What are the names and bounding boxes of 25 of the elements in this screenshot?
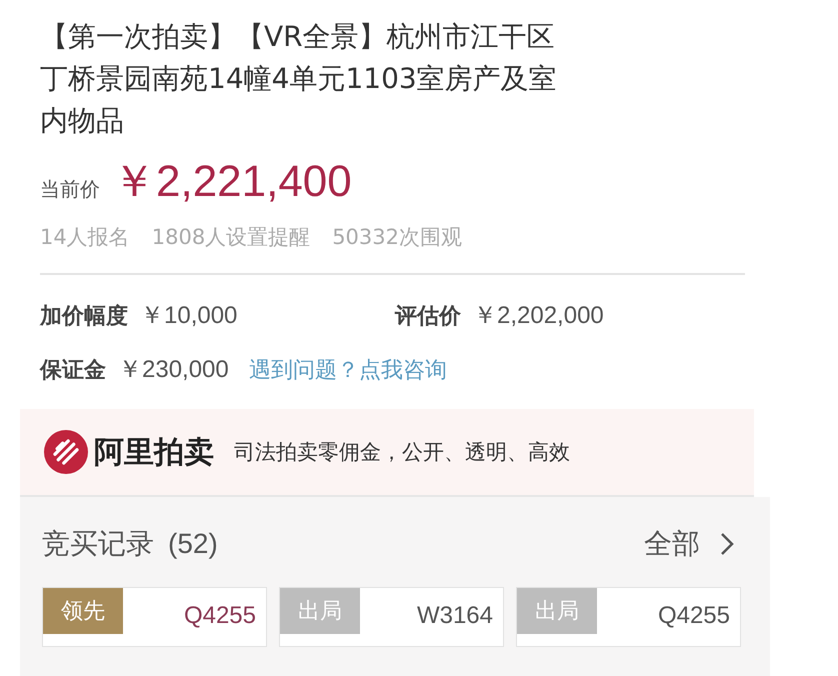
price-label: 当前价 (40, 176, 100, 203)
status-tag: 出局 (517, 588, 597, 634)
view-all-link[interactable]: 全部 (644, 525, 700, 563)
stat-text: 50332次围观 (332, 224, 462, 251)
info-value: ￥2,202,000 (473, 301, 604, 331)
info-value: ￥10,000 (140, 301, 238, 331)
info-label: 加价幅度 (40, 302, 128, 331)
info-label: 评估价 (395, 303, 461, 331)
slogan-text: 司法拍卖零佣金，公开、透明、高效 (234, 439, 570, 466)
status-tag: 出局 (280, 588, 360, 634)
brand-logo-icon (44, 430, 88, 474)
brand-name: 阿里拍卖 (94, 434, 214, 472)
stat-text: 14人报名 (40, 224, 130, 251)
info-value: ￥230,000 (118, 355, 229, 385)
chevron-right-icon (720, 532, 734, 556)
records-count: (52) (168, 528, 218, 560)
stat-text: 1808人设置提醒 (152, 224, 310, 251)
bidder-code: W3164 (416, 602, 493, 630)
bidder-code: Q4255 (658, 602, 730, 630)
status-tag: 领先 (43, 588, 123, 634)
records-title: 竞买记录 (42, 526, 154, 562)
bidder-code: Q4255 (184, 602, 256, 630)
auction-title: 【第一次拍卖】【VR全景】杭州市江干区丁桥景园南苑14幢4单元1103室房产及室内物品 (40, 19, 558, 139)
info-label: 保证金 (40, 357, 106, 385)
current-price: ￥2,221,400 (112, 156, 352, 208)
